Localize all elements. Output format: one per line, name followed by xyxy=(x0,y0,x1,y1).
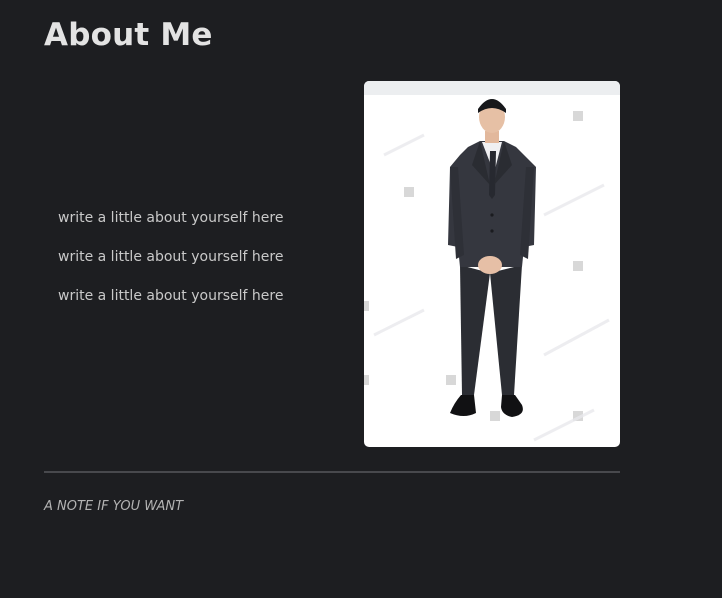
about-line: write a little about yourself here xyxy=(58,210,284,226)
section-divider xyxy=(44,471,620,473)
profile-photo xyxy=(364,81,620,447)
about-text-block: write a little about yourself here write… xyxy=(58,209,348,326)
page-title: About Me xyxy=(44,17,213,53)
about-page: About Me write a little about yourself h… xyxy=(0,0,722,598)
person-photo-illustration xyxy=(364,99,610,442)
photo-top-band xyxy=(364,81,620,95)
about-line: write a little about yourself here xyxy=(58,249,284,265)
about-line: write a little about yourself here xyxy=(58,288,284,304)
footer-note: A NOTE IF YOU WANT xyxy=(44,499,184,514)
